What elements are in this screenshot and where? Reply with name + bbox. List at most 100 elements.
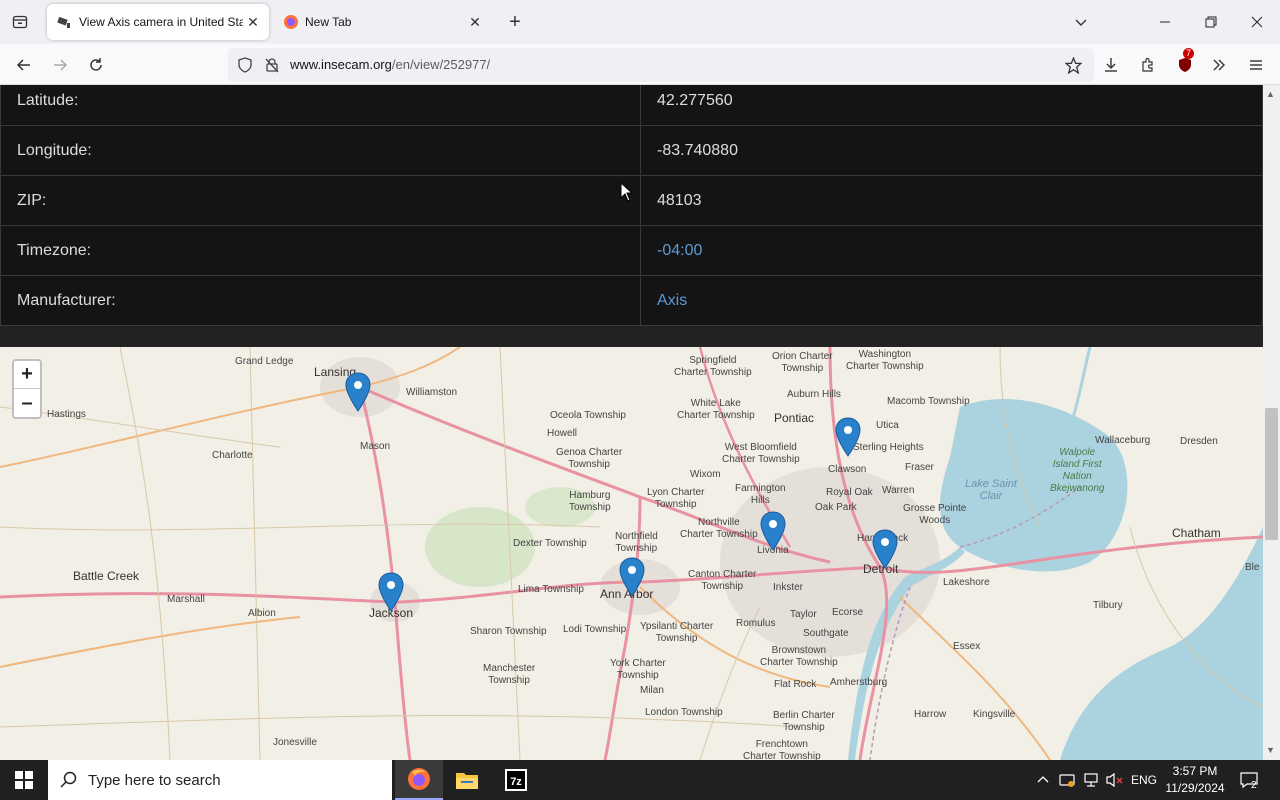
map-marker-icon[interactable] (835, 417, 861, 457)
map-label: Auburn Hills (787, 389, 841, 400)
table-row: Manufacturer: Axis (0, 275, 1263, 326)
map-label: Utica (876, 420, 899, 431)
map-label: Amherstburg (830, 677, 888, 688)
extensions-button[interactable] (1135, 52, 1161, 78)
ublock-extension-button[interactable]: 7 (1172, 48, 1198, 78)
shield-icon[interactable] (237, 57, 253, 73)
svg-text:7z: 7z (510, 776, 522, 788)
map-marker-icon[interactable] (619, 557, 645, 597)
map-label: Ble (1245, 562, 1260, 573)
reload-button[interactable] (83, 52, 109, 78)
chevron-down-icon (1075, 19, 1087, 26)
tab-view-axis-camera[interactable]: View Axis camera in United Stat ✕ (47, 4, 269, 40)
map-label: Charlotte (212, 450, 253, 461)
timezone-link[interactable]: -04:00 (657, 242, 702, 259)
reload-icon (90, 58, 102, 71)
scroll-up-arrow-icon[interactable]: ▲ (1266, 89, 1275, 99)
map-marker-icon[interactable] (760, 511, 786, 551)
map-label: Macomb Township (887, 396, 970, 407)
new-tab-button[interactable]: + (503, 10, 527, 34)
tab-overview-icon (12, 15, 28, 29)
camera-map[interactable]: + – Lansing Grand Ledge Williamston Hast… (0, 347, 1263, 760)
ublock-shield-icon (1179, 58, 1191, 72)
double-chevron-right-icon (1213, 59, 1225, 71)
hamburger-menu-icon (1250, 60, 1262, 70)
taskbar-clock[interactable]: 3:57 PM 11/29/2024 (1160, 763, 1230, 797)
bookmark-button[interactable] (1060, 52, 1086, 78)
map-label: Kingsville (973, 709, 1016, 720)
map-label: Grosse Pointe Woods (903, 503, 967, 526)
close-icon (1251, 16, 1263, 28)
row-value: 42.277560 (640, 85, 1263, 126)
tray-network[interactable] (1080, 760, 1102, 800)
map-label: Northville Charter Township (680, 517, 758, 540)
minimize-button[interactable] (1152, 10, 1178, 34)
camera-details-table: Latitude: 42.277560 Longitude: -83.740880 … (0, 85, 1263, 326)
map-label: Milan (640, 685, 664, 696)
downloads-button[interactable] (1098, 52, 1124, 78)
tab-list-button[interactable] (8, 10, 32, 34)
taskbar-7zip[interactable]: 7z (492, 760, 540, 800)
map-label: York Charter Township (610, 658, 666, 681)
zoom-control: + – (12, 359, 42, 419)
start-button[interactable] (0, 760, 48, 800)
url-path: /en/view/252977/ (391, 57, 491, 72)
navigation-toolbar: www.insecam.org/en/view/252977/ 7 (0, 44, 1280, 85)
taskbar-firefox[interactable] (395, 760, 443, 800)
scrollbar-thumb[interactable] (1265, 408, 1278, 540)
notification-center-button[interactable]: 2 (1234, 760, 1264, 800)
forward-button[interactable] (47, 52, 73, 78)
close-tab-icon[interactable]: ✕ (465, 12, 485, 32)
map-label: Fraser (905, 462, 934, 473)
lock-warning-icon[interactable] (264, 57, 280, 73)
scroll-down-arrow-icon[interactable]: ▼ (1266, 745, 1275, 755)
restore-button[interactable] (1198, 10, 1224, 34)
zoom-in-button[interactable]: + (14, 361, 40, 389)
map-label: White Lake Charter Township (677, 398, 755, 421)
map-label: Oceola Township (550, 410, 626, 421)
taskbar-file-explorer[interactable] (443, 760, 491, 800)
close-window-button[interactable] (1244, 10, 1270, 34)
more-tools-button[interactable] (1206, 52, 1232, 78)
map-label: Jonesville (273, 737, 317, 748)
volume-muted-icon (1106, 772, 1123, 788)
list-all-tabs-button[interactable] (1068, 10, 1094, 34)
search-icon (60, 771, 77, 788)
manufacturer-link[interactable]: Axis (657, 292, 687, 309)
map-label: Taylor (790, 609, 817, 620)
map-label: Lodi Township (563, 624, 627, 635)
map-label: Dresden (1180, 436, 1218, 447)
tray-volume[interactable] (1104, 760, 1126, 800)
back-button[interactable] (11, 52, 37, 78)
address-bar[interactable]: www.insecam.org/en/view/252977/ (228, 48, 1094, 82)
app-menu-button[interactable] (1243, 52, 1269, 78)
zoom-out-button[interactable]: – (14, 389, 40, 417)
tab-strip: View Axis camera in United Stat ✕ New Ta… (0, 0, 1280, 44)
table-row: Timezone: -04:00 (0, 225, 1263, 276)
tab-new-tab[interactable]: New Tab ✕ (273, 4, 491, 40)
taskbar-search-box[interactable]: Type here to search (48, 760, 392, 800)
map-marker-icon[interactable] (345, 372, 371, 412)
map-label: Clawson (828, 464, 867, 475)
row-key: Longitude: (0, 125, 641, 176)
map-label: Pontiac (774, 411, 815, 425)
map-marker-icon[interactable] (872, 529, 898, 569)
row-value: -83.740880 (640, 125, 1263, 176)
show-hidden-icons-button[interactable] (1033, 760, 1053, 800)
folder-icon (456, 773, 478, 789)
close-tab-icon[interactable]: ✕ (243, 12, 263, 32)
tray-security[interactable] (1056, 760, 1078, 800)
map-label: Lakeshore (943, 577, 990, 588)
map-label: Springfield Charter Township (674, 355, 752, 378)
map-label: Romulus (736, 618, 776, 629)
map-label: Mason (360, 441, 391, 452)
firefox-favicon-icon (284, 15, 298, 29)
url-text[interactable]: www.insecam.org/en/view/252977/ (290, 57, 490, 72)
map-marker-icon[interactable] (378, 572, 404, 612)
arrow-left-icon (16, 59, 30, 71)
map-label: Sharon Township (470, 626, 547, 637)
windows-logo-icon (15, 771, 33, 789)
map-label: Grand Ledge (235, 356, 294, 367)
language-indicator[interactable]: ENG (1128, 760, 1160, 800)
map-label: Inkster (773, 582, 804, 593)
